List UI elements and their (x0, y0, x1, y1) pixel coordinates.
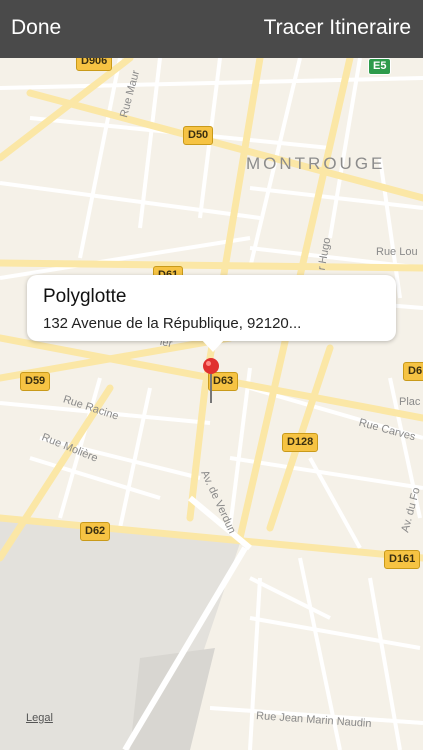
navigation-bar: Done Tracer Itineraire (0, 0, 423, 58)
place-title: Polyglotte (43, 286, 127, 307)
done-button[interactable]: Done (11, 16, 61, 40)
road-shield-d128: D128 (282, 433, 319, 452)
road-shield-d59: D59 (20, 372, 51, 391)
place-address: 132 Avenue de la République, 92120... (43, 315, 302, 332)
street-label: Rue Lou (376, 246, 418, 258)
city-label: MONTROUGE (246, 154, 386, 173)
road-shield-d6: D6 (403, 362, 423, 381)
callout-pointer (200, 338, 226, 352)
place-callout[interactable]: Polyglotte 132 Avenue de la République, … (27, 275, 396, 352)
road-shield-d62: D62 (80, 522, 111, 541)
road-shield-d161: D161 (384, 550, 421, 569)
street-label: Plac (399, 396, 421, 408)
legal-link[interactable]: Legal (26, 712, 53, 724)
road-shield-d50: D50 (183, 126, 214, 145)
route-button[interactable]: Tracer Itineraire (264, 16, 411, 40)
location-pin-icon[interactable] (202, 357, 220, 410)
road-shield-e5: E5 (368, 58, 392, 75)
